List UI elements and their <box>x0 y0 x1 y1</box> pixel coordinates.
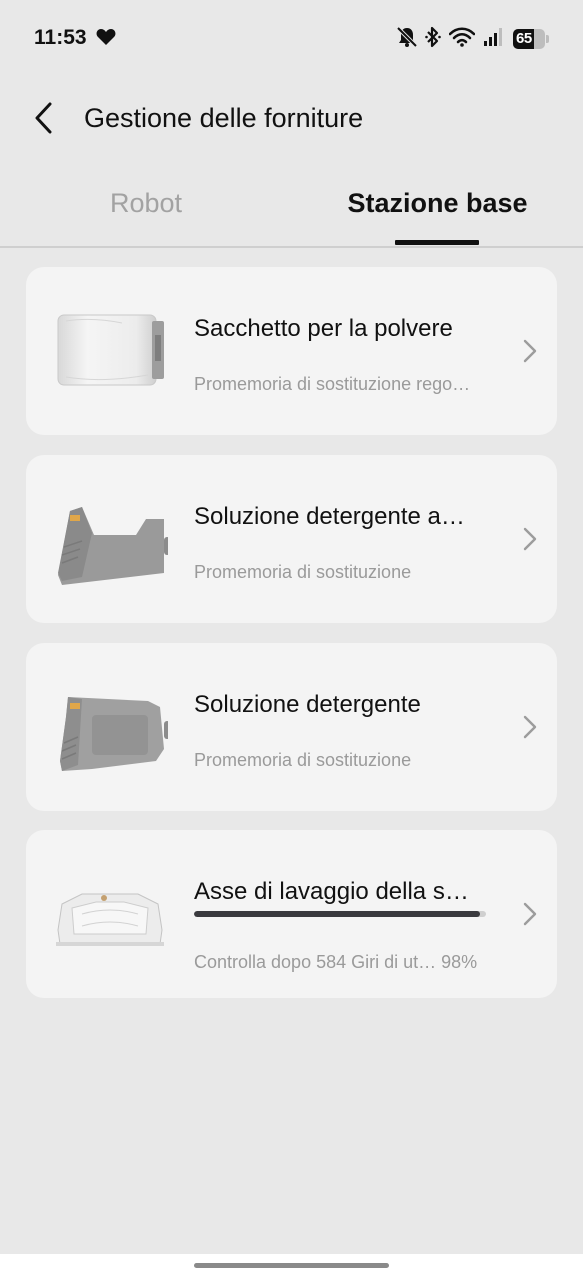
home-indicator[interactable] <box>194 1263 389 1268</box>
tab-robot[interactable]: Robot <box>0 188 292 219</box>
usage-progress-fill <box>194 911 481 917</box>
item-title: Soluzione detergente <box>194 691 421 718</box>
item-title: Soluzione detergente a… <box>194 503 465 530</box>
chevron-right-icon <box>523 339 537 363</box>
item-title: Asse di lavaggio della s… <box>194 878 469 905</box>
tab-bar: Robot Stazione base <box>0 170 583 248</box>
item-title: Sacchetto per la polvere <box>194 315 453 342</box>
supply-item-dust-bag[interactable]: Sacchetto per la polvere Promemoria di s… <box>26 267 557 435</box>
status-icons: 65 <box>396 26 549 53</box>
detergent-cartridge-image <box>60 697 168 771</box>
supply-item-wash-tray[interactable]: Asse di lavaggio della s… Controlla dopo… <box>26 830 557 998</box>
chevron-left-icon <box>35 102 52 134</box>
tab-stazione-base[interactable]: Stazione base <box>292 188 583 219</box>
item-subtitle: Promemoria di sostituzione <box>194 562 412 582</box>
item-subtitle: Controlla dopo 584 Giri di ut… 98% <box>194 952 478 972</box>
mute-bell-icon <box>396 26 418 53</box>
status-time: 11:53 <box>34 26 87 49</box>
bluetooth-icon <box>425 26 441 53</box>
status-bar: 11:53 65 <box>0 0 583 78</box>
chevron-right-icon <box>523 902 537 926</box>
item-subtitle: Promemoria di sostituzione <box>194 750 412 770</box>
page-title: Gestione delle forniture <box>84 103 364 133</box>
supply-item-detergent-a[interactable]: Soluzione detergente a… Promemoria di so… <box>26 455 557 623</box>
wifi-icon <box>448 26 476 52</box>
item-subtitle: Promemoria di sostituzione rego… <box>194 374 471 394</box>
chevron-right-icon <box>523 715 537 739</box>
battery-level: 65 <box>516 30 532 47</box>
signal-icon <box>483 27 505 52</box>
active-tab-indicator <box>395 240 479 245</box>
navigation-bar <box>0 1254 583 1280</box>
heart-icon <box>96 28 116 51</box>
battery-icon: 65 <box>513 29 549 49</box>
supply-item-detergent[interactable]: Soluzione detergente Promemoria di sosti… <box>26 643 557 811</box>
back-button[interactable] <box>22 94 66 142</box>
chevron-right-icon <box>523 527 537 551</box>
usage-progress-bar <box>194 911 486 917</box>
wash-tray-image <box>56 893 164 946</box>
dust-bag-image <box>57 314 164 386</box>
header: Gestione delle forniture <box>0 86 583 150</box>
detergent-tank-image <box>58 507 168 585</box>
